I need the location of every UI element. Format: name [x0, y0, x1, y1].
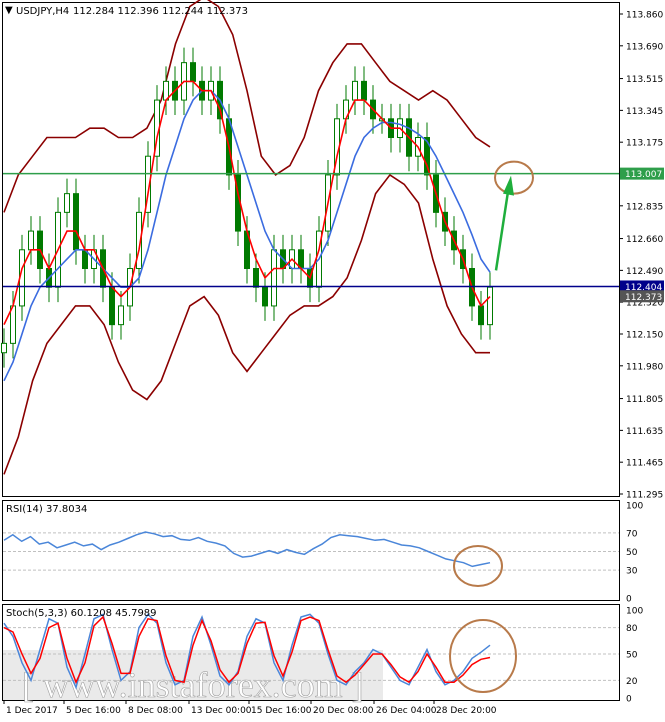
candle-body [109, 286, 115, 326]
price-tick-label: 111.980 [626, 362, 663, 372]
price-tick-label: 112.660 [626, 235, 663, 245]
time-tick-label: 15 Dec 16:00 [251, 706, 312, 716]
price-tick-label: 113.515 [626, 75, 663, 85]
price-tick-label: 111.635 [626, 427, 663, 437]
time-tick-label: 20 Dec 08:00 [313, 706, 374, 716]
price-tick-label: 113.860 [626, 11, 663, 21]
chart-window: [ www.instaforex.com ] 113.860 113.690 113… [0, 0, 665, 718]
candle-body [190, 62, 196, 82]
price-tick-label: 113.175 [626, 139, 663, 149]
candle-body [118, 305, 124, 326]
candle-body [361, 80, 367, 101]
time-tick-label: 5 Dec 16:00 [66, 706, 121, 716]
rsi-tick-label: 0 [626, 595, 632, 605]
candle-body [28, 230, 34, 251]
stoch-tick-label: 80 [626, 624, 638, 634]
chart-canvas: [ www.instaforex.com ] 113.860 113.690 113… [1, 0, 664, 716]
current-price-label: 112.373 [625, 293, 662, 303]
candle-body [1, 342, 7, 354]
time-tick-label: 8 Dec 08:00 [128, 706, 183, 716]
symbol-label: USDJPY,H4 [16, 6, 69, 17]
resistance-price-label: 113.007 [625, 170, 662, 180]
candle-body [73, 193, 79, 251]
candle-body [487, 286, 493, 326]
price-tick-label: 111.465 [626, 459, 663, 469]
rsi-tick-label: 100 [626, 502, 643, 512]
candle-body [10, 305, 16, 344]
price-tick-label: 113.345 [626, 107, 663, 117]
candle-body [352, 80, 358, 101]
candle-body [262, 286, 268, 307]
price-tick-label: 112.835 [626, 202, 663, 212]
stoch-tick-label: 50 [626, 651, 638, 661]
watermark-text: [ www.instaforex.com ] [22, 665, 364, 705]
price-tick-label: 111.805 [626, 395, 663, 405]
stoch-label: Stoch(5,3,3) 60.1208 45.7989 [6, 608, 157, 619]
price-tick-label: 111.295 [626, 491, 663, 501]
price-tick-label: 112.490 [626, 267, 663, 277]
rsi-tick-label: 70 [626, 529, 638, 539]
time-tick-label: 26 Dec 04:00 [376, 706, 437, 716]
stoch-tick-label: 100 [626, 607, 643, 617]
rsi-tick-label: 30 [626, 567, 638, 577]
stoch-tick-label: 0 [626, 695, 632, 705]
time-tick-label: 13 Dec 00:00 [191, 706, 252, 716]
time-tick-label: 1 Dec 2017 [6, 706, 58, 716]
stoch-tick-label: 20 [626, 677, 638, 687]
price-tick-label: 112.150 [626, 331, 663, 341]
candle-body [253, 268, 259, 288]
time-tick-label: 28 Dec 20:00 [436, 706, 497, 716]
price-tick-label: 113.690 [626, 42, 663, 52]
candle-body [64, 193, 70, 213]
candle-body [478, 305, 484, 326]
symbol-arrow-icon: ▼ [5, 5, 13, 16]
ohlc-values: 112.284 112.396 112.244 112.373 [73, 6, 248, 17]
candle-body [271, 249, 277, 307]
rsi-tick-label: 50 [626, 548, 638, 558]
rsi-label: RSI(14) 37.8034 [6, 504, 87, 515]
